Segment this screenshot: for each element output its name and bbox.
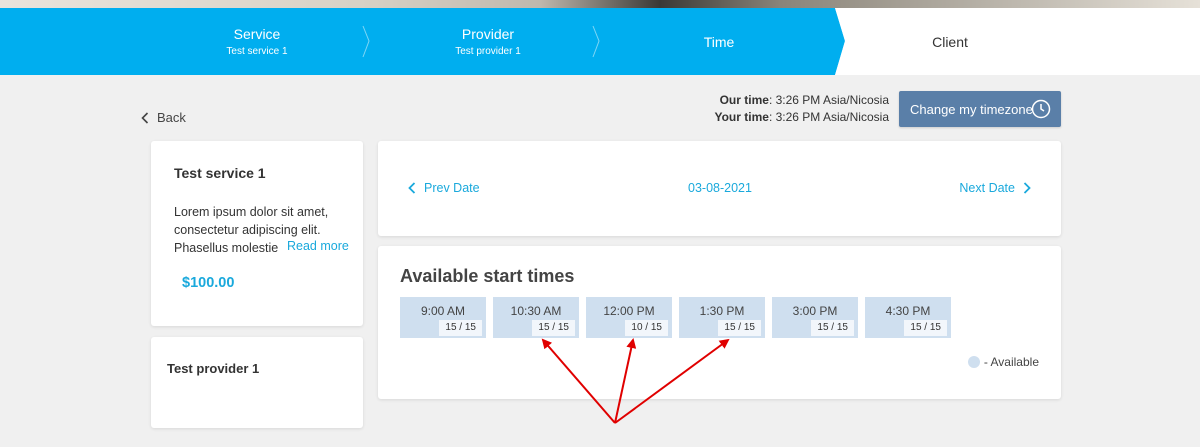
legend-label: - Available [983, 355, 1039, 369]
time-slot-list: 9:00 AM 15 / 15 10:30 AM 15 / 15 12:00 P… [400, 297, 958, 338]
step-service-subtitle: Test service 1 [226, 45, 288, 57]
step-client-title: Client [932, 33, 968, 50]
available-times-card: Available start times 9:00 AM 15 / 15 10… [378, 246, 1061, 399]
clock-icon [1031, 99, 1051, 119]
step-provider-title: Provider [461, 25, 515, 42]
current-date[interactable]: 03-08-2021 [688, 181, 752, 195]
prev-date-button[interactable]: Prev Date [408, 181, 480, 195]
chevron-left-icon [408, 182, 416, 194]
slot-capacity: 15 / 15 [904, 320, 947, 336]
step-time[interactable]: Time [619, 8, 819, 75]
step-provider[interactable]: Provider Test provider 1 [388, 8, 588, 75]
chevron-left-icon [141, 111, 149, 124]
time-info: Our time: 3:26 PM Asia/Nicosia Your time… [600, 92, 889, 126]
slot-time: 12:00 PM [603, 304, 655, 318]
our-time-value: : 3:26 PM Asia/Nicosia [768, 93, 889, 107]
your-time-label: Your time [714, 110, 769, 124]
slot-time: 4:30 PM [885, 304, 931, 318]
back-label: Back [157, 110, 186, 125]
header-photo [0, 0, 1200, 8]
next-date-button[interactable]: Next Date [959, 181, 1031, 195]
service-title: Test service 1 [174, 165, 266, 181]
slot-time: 3:00 PM [792, 304, 838, 318]
your-time-value: : 3:26 PM Asia/Nicosia [768, 110, 889, 124]
available-dot-icon [967, 356, 980, 368]
time-slot[interactable]: 4:30 PM 15 / 15 [865, 297, 951, 338]
slot-time: 1:30 PM [699, 304, 745, 318]
provider-title: Test provider 1 [167, 361, 260, 376]
slot-capacity: 15 / 15 [532, 320, 575, 336]
provider-card: Test provider 1 [151, 337, 363, 428]
available-times-title: Available start times [400, 266, 575, 286]
time-slot[interactable]: 10:30 AM 15 / 15 [493, 297, 579, 338]
slot-time: 9:00 AM [420, 304, 466, 318]
slot-capacity: 15 / 15 [718, 320, 761, 336]
prev-date-label: Prev Date [424, 181, 480, 195]
change-timezone-button[interactable]: Change my timezone [899, 91, 1061, 127]
chevron-right-icon [1023, 182, 1031, 194]
our-time: Our time: 3:26 PM Asia/Nicosia [600, 92, 889, 109]
slot-time: 10:30 AM [510, 304, 562, 318]
date-navigation-card: Prev Date 03-08-2021 Next Date [378, 141, 1061, 236]
next-date-label: Next Date [959, 181, 1015, 195]
step-service[interactable]: Service Test service 1 [157, 8, 357, 75]
time-slot[interactable]: 12:00 PM 10 / 15 [586, 297, 672, 338]
service-price: $100.00 [182, 275, 235, 291]
read-more-link[interactable]: Read more [281, 239, 349, 253]
back-link[interactable]: Back [141, 110, 186, 125]
step-time-title: Time [703, 33, 735, 50]
service-card: Test service 1 Lorem ipsum dolor sit ame… [151, 141, 363, 326]
slot-capacity: 15 / 15 [811, 320, 854, 336]
availability-legend: - Available [967, 355, 1039, 369]
our-time-label: Our time [719, 93, 769, 107]
change-timezone-label: Change my timezone [910, 101, 1033, 117]
your-time: Your time: 3:26 PM Asia/Nicosia [600, 109, 889, 126]
booking-stepper: Service Test service 1 Provider Test pro… [0, 8, 1200, 75]
step-client[interactable]: Client [850, 8, 1050, 75]
slot-capacity: 15 / 15 [439, 320, 482, 336]
slot-capacity: 10 / 15 [625, 320, 668, 336]
step-provider-subtitle: Test provider 1 [455, 45, 521, 57]
time-slot[interactable]: 3:00 PM 15 / 15 [772, 297, 858, 338]
time-slot[interactable]: 9:00 AM 15 / 15 [400, 297, 486, 338]
time-slot[interactable]: 1:30 PM 15 / 15 [679, 297, 765, 338]
step-service-title: Service [233, 25, 281, 42]
